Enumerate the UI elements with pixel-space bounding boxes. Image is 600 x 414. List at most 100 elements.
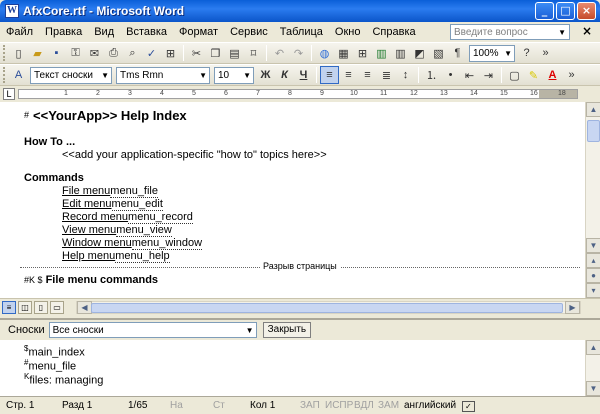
- footnotes-pane[interactable]: $main_index #menu_file Kfiles: managing: [0, 340, 585, 396]
- footnotes-select[interactable]: Все сноски ▼: [48, 322, 257, 338]
- menu-insert[interactable]: Вставка: [120, 26, 173, 38]
- font-select[interactable]: Tms Rmn ▼: [116, 66, 210, 84]
- toolbar-options-icon[interactable]: »: [536, 44, 555, 62]
- status-record[interactable]: ЗАП: [300, 400, 320, 411]
- maximize-button[interactable]: □: [556, 2, 575, 20]
- close-footnotes-button[interactable]: Закрыть: [262, 322, 312, 338]
- print-icon[interactable]: ⎙: [104, 44, 123, 62]
- command-link-row[interactable]: Window menumenu_window: [62, 237, 203, 250]
- new-document-icon[interactable]: ▯: [9, 44, 28, 62]
- menu-file[interactable]: Файл: [0, 26, 39, 38]
- horizontal-scroll-thumb[interactable]: [91, 303, 563, 313]
- decrease-indent-icon[interactable]: ⇤: [460, 66, 479, 84]
- menu-view[interactable]: Вид: [88, 26, 120, 38]
- command-link-row[interactable]: Record menumenu_record: [62, 211, 193, 224]
- select-browse-object-icon[interactable]: ●: [586, 268, 600, 283]
- show-hide-icon[interactable]: ¶: [448, 44, 467, 62]
- insert-table-icon[interactable]: ⊞: [353, 44, 372, 62]
- scroll-down-icon[interactable]: ▼: [586, 381, 600, 396]
- toolbar-grip[interactable]: [3, 45, 6, 61]
- menu-window[interactable]: Окно: [329, 26, 367, 38]
- redo-icon[interactable]: ↷: [289, 44, 308, 62]
- spelling-icon[interactable]: ✓: [142, 44, 161, 62]
- highlight-icon[interactable]: ✎: [524, 66, 543, 84]
- permission-icon[interactable]: ⚿: [66, 44, 85, 62]
- status-track-changes[interactable]: ИСПР: [325, 400, 353, 411]
- bullets-icon[interactable]: •: [441, 66, 460, 84]
- italic-button[interactable]: К: [275, 66, 294, 84]
- menu-format[interactable]: Формат: [173, 26, 224, 38]
- cut-icon[interactable]: ✂: [187, 44, 206, 62]
- scroll-up-icon[interactable]: ▲: [586, 102, 600, 117]
- close-button[interactable]: ×: [577, 2, 596, 20]
- status-overtype[interactable]: ЗАМ: [378, 400, 399, 411]
- style-select[interactable]: Текст сноски ▼: [30, 66, 112, 84]
- command-link-row[interactable]: View menumenu_view: [62, 224, 172, 237]
- align-left-icon[interactable]: ≡: [320, 66, 339, 84]
- bold-button[interactable]: Ж: [256, 66, 275, 84]
- underline-button[interactable]: Ч: [294, 66, 313, 84]
- borders-icon[interactable]: ▢: [505, 66, 524, 84]
- copy-icon[interactable]: ❐: [206, 44, 225, 62]
- minimize-button[interactable]: _: [535, 2, 554, 20]
- help-search-input[interactable]: Введите вопрос ▼: [450, 24, 570, 40]
- justify-icon[interactable]: ≣: [377, 66, 396, 84]
- tab-selector-icon[interactable]: L: [3, 88, 15, 100]
- menu-tools[interactable]: Сервис: [224, 26, 274, 38]
- menu-help[interactable]: Справка: [366, 26, 421, 38]
- spelling-status-icon[interactable]: ✓: [462, 401, 475, 412]
- hyperlink-icon[interactable]: ◍: [315, 44, 334, 62]
- help-icon[interactable]: ?: [517, 44, 536, 62]
- command-link[interactable]: Help menu: [62, 250, 115, 262]
- format-painter-icon[interactable]: ⌑: [244, 44, 263, 62]
- print-preview-icon[interactable]: ⌕: [123, 44, 142, 62]
- previous-page-icon[interactable]: ▴: [586, 253, 600, 268]
- footnotes-scrollbar[interactable]: ▲ ▼: [585, 340, 600, 396]
- styles-formatting-icon[interactable]: A: [9, 66, 28, 84]
- paste-icon[interactable]: ▤: [225, 44, 244, 62]
- toolbar-options-icon[interactable]: »: [562, 66, 581, 84]
- toolbar-grip[interactable]: [3, 67, 6, 83]
- columns-icon[interactable]: ▥: [391, 44, 410, 62]
- document-area[interactable]: # <<YourApp>> Help Index How To ... <<add…: [0, 102, 585, 298]
- line-spacing-icon[interactable]: ↕: [396, 66, 415, 84]
- save-icon[interactable]: ▪: [47, 44, 66, 62]
- drawing-icon[interactable]: ◩: [410, 44, 429, 62]
- web-layout-icon[interactable]: ◫: [18, 300, 32, 314]
- increase-indent-icon[interactable]: ⇥: [479, 66, 498, 84]
- numbering-icon[interactable]: ⒈: [422, 66, 441, 84]
- menu-edit[interactable]: Правка: [39, 26, 88, 38]
- command-link[interactable]: Window menu: [62, 237, 132, 249]
- next-page-icon[interactable]: ▾: [586, 283, 600, 298]
- scroll-right-icon[interactable]: ▶: [565, 301, 580, 314]
- document-map-icon[interactable]: ▧: [429, 44, 448, 62]
- command-link[interactable]: View menu: [62, 224, 116, 236]
- document-close-icon[interactable]: ×: [582, 24, 592, 38]
- zoom-select[interactable]: 100% ▼: [469, 44, 515, 62]
- scroll-up-icon[interactable]: ▲: [586, 340, 600, 355]
- align-center-icon[interactable]: ≡: [339, 66, 358, 84]
- research-icon[interactable]: ⊞: [161, 44, 180, 62]
- status-language[interactable]: английский: [404, 400, 456, 411]
- align-right-icon[interactable]: ≡: [358, 66, 377, 84]
- menu-table[interactable]: Таблица: [274, 26, 329, 38]
- font-color-icon[interactable]: A: [543, 66, 562, 84]
- undo-icon[interactable]: ↶: [270, 44, 289, 62]
- document-scrollbar[interactable]: ▲ ▼ ▴ ● ▾: [585, 102, 600, 298]
- scroll-down-icon[interactable]: ▼: [586, 238, 600, 253]
- font-size-select[interactable]: 10 ▼: [214, 66, 254, 84]
- email-icon[interactable]: ✉: [85, 44, 104, 62]
- horizontal-scrollbar[interactable]: ◀ ▶: [76, 301, 581, 314]
- word-app-icon[interactable]: W: [5, 4, 19, 18]
- scroll-thumb[interactable]: [587, 120, 600, 142]
- command-link-row[interactable]: Edit menumenu_edit: [62, 198, 163, 211]
- command-link-row[interactable]: Help menumenu_help: [62, 250, 170, 263]
- print-layout-icon[interactable]: ▯: [34, 300, 48, 314]
- command-link[interactable]: Record menu: [62, 211, 128, 223]
- command-link-row[interactable]: File menumenu_file: [62, 185, 158, 198]
- tables-borders-icon[interactable]: ▦: [334, 44, 353, 62]
- insert-excel-icon[interactable]: ▥: [372, 44, 391, 62]
- command-link[interactable]: File menu: [62, 185, 110, 197]
- scroll-left-icon[interactable]: ◀: [77, 301, 92, 314]
- status-extend[interactable]: ВДЛ: [354, 400, 374, 411]
